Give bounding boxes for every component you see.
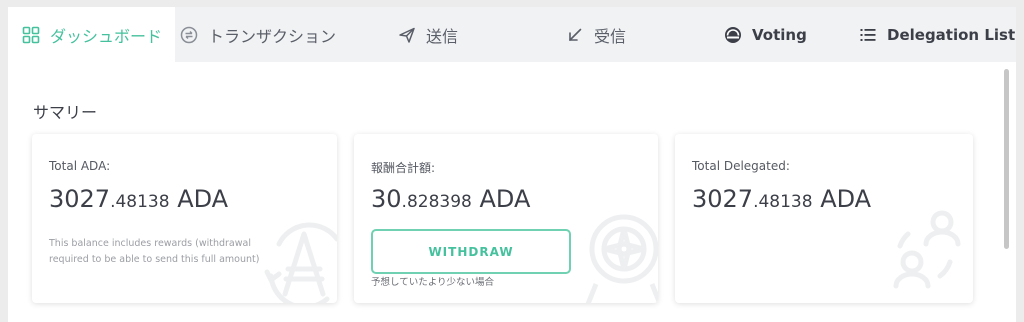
tab-send[interactable]: 送信: [398, 7, 458, 62]
tab-transactions[interactable]: トランザクション: [180, 7, 336, 62]
summary-title: サマリー: [33, 103, 98, 122]
tab-dashboard-label: ダッシュボード: [50, 26, 163, 46]
total-delegated-unit: ADA: [812, 185, 872, 213]
total-ada-unit: ADA: [169, 185, 229, 213]
total-delegated-decimal: .48138: [753, 192, 813, 212]
total-rewards-unit: ADA: [471, 185, 531, 213]
compass-icon: [585, 214, 658, 303]
delegators-icon: [893, 210, 961, 289]
tab-receive[interactable]: 受信: [566, 7, 626, 62]
total-ada-amount: 3027.48138 ADA: [49, 185, 228, 213]
tab-transactions-label: トランザクション: [208, 26, 337, 46]
voting-icon: [724, 26, 742, 44]
total-ada-label: Total ADA:: [49, 159, 111, 173]
tab-voting[interactable]: Voting: [724, 7, 807, 62]
dashboard-panel: ダッシュボード トランザクション 送信 受信 Voting Delegation…: [8, 7, 1016, 322]
total-rewards-label: 報酬合計額:: [371, 161, 436, 175]
send-icon: [398, 26, 416, 44]
total-delegated-label: Total Delegated:: [692, 159, 790, 173]
total-delegated-card: Total Delegated: 3027.48138 ADA: [675, 134, 973, 303]
lower-than-expected-link[interactable]: 予想していたより少ない場合: [371, 274, 494, 288]
tab-delegation-list[interactable]: Delegation List: [859, 7, 1015, 62]
total-ada-note: This balance includes rewards (withdrawa…: [49, 238, 260, 265]
transactions-icon: [180, 26, 198, 44]
tab-voting-label: Voting: [752, 25, 807, 44]
tab-delegation-list-label: Delegation List: [887, 25, 1016, 44]
tab-send-label: 送信: [426, 26, 459, 46]
dashboard-grid-icon: [22, 26, 40, 44]
total-ada-decimal: .48138: [110, 192, 170, 212]
receive-icon: [566, 26, 584, 44]
total-ada-integer: 3027: [49, 185, 111, 213]
ada-coin-icon: [264, 222, 337, 303]
tab-dashboard[interactable]: ダッシュボード: [8, 7, 175, 62]
tab-receive-label: 受信: [594, 26, 627, 46]
total-rewards-decimal: .828398: [401, 192, 472, 212]
total-rewards-card: 報酬合計額: 30.828398 ADA WITHDRAW 予想していたより少な…: [354, 134, 658, 303]
total-delegated-integer: 3027: [692, 185, 754, 213]
total-rewards-amount: 30.828398 ADA: [371, 185, 530, 213]
vertical-scrollbar[interactable]: [1004, 69, 1009, 249]
withdraw-button[interactable]: WITHDRAW: [371, 229, 571, 274]
total-rewards-integer: 30: [371, 185, 402, 213]
list-icon: [859, 26, 877, 44]
total-ada-card: Total ADA: 3027.48138 ADA This balance i…: [32, 134, 337, 303]
total-delegated-amount: 3027.48138 ADA: [692, 185, 871, 213]
tab-bar: ダッシュボード トランザクション 送信 受信 Voting Delegation…: [8, 7, 1016, 62]
